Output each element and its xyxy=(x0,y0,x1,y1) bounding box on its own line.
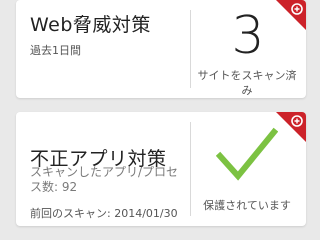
web-threat-period: 過去1日間 xyxy=(30,44,81,57)
scanned-sites-label: サイトをスキャン済み xyxy=(197,69,297,97)
shield-corner-icon xyxy=(291,3,303,15)
malware-app-card[interactable]: 不正アプリ対策 スキャンしたアプリ/プロセ ス数: 92 前回のスキャン: 20… xyxy=(16,112,306,226)
scanned-apps-line1: スキャンしたアプリ/プロセ xyxy=(30,165,179,179)
scanned-apps-info: スキャンしたアプリ/プロセ ス数: 92 xyxy=(30,165,190,195)
card-divider xyxy=(190,122,191,216)
last-scan-date: 前回のスキャン: 2014/01/30 xyxy=(30,207,178,220)
shield-corner-icon xyxy=(291,115,303,127)
checkmark-icon xyxy=(216,127,278,181)
web-threat-title: Web脅威対策 xyxy=(30,14,151,36)
web-threat-card[interactable]: Web脅威対策 過去1日間 3 サイトをスキャン済み xyxy=(16,0,306,98)
scanned-apps-line2: ス数: 92 xyxy=(30,180,78,194)
protection-status-label: 保護されています xyxy=(203,199,291,212)
